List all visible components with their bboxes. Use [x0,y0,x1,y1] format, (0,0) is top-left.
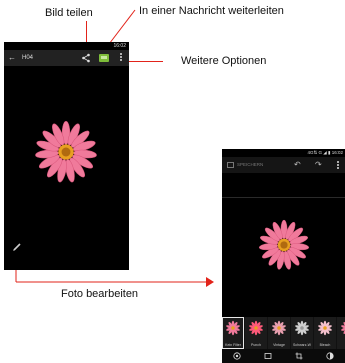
more-options-icon[interactable] [120,53,123,63]
callout-share: Bild teilen [45,7,93,19]
filter-thumb[interactable]: Kein Filter [222,317,244,349]
filter-thumb[interactable]: Schwarz-W [291,317,313,349]
image-title: H04 [22,55,34,61]
crop-icon[interactable] [295,352,303,360]
filter-thumb[interactable]: Bleach [314,317,336,349]
filter-label: Kein Filter [225,343,241,347]
viewer-toolbar: ← H04 [4,50,129,66]
save-icon [227,162,234,168]
filter-preview-image [249,320,263,336]
save-button[interactable]: SPEICHERN [237,157,263,173]
filter-preview-image [226,320,240,336]
undo-icon[interactable]: ↶ [294,157,301,173]
flower-photo [258,219,310,270]
filter-label: Bleach [319,343,331,347]
filter-label: Vintage [273,343,285,347]
status-bar: 16:02 [4,42,129,50]
filter-preview-image [318,320,332,336]
filter-label: Schwarz-W [293,343,311,347]
callout-more: Weitere Optionen [181,55,267,67]
viewer-screen: 16:02 ← H04 [4,42,129,270]
line-more [127,61,163,62]
filter-strip: Kein Filter Punch Vintage Schwarz-W Bleach In… [222,317,345,349]
editor-toolbar: SPEICHERN ↶ ↷ [222,157,345,173]
filter-label: Punch [251,343,261,347]
filter-preview-image [272,320,286,336]
filter-label: Inst [337,343,345,347]
filter-thumb[interactable]: Vintage [268,317,290,349]
flower-photo [35,121,97,183]
frame-icon[interactable] [264,352,272,360]
filter-preview-image [295,320,309,336]
more-options-icon[interactable] [337,161,340,170]
filter-preview-image [341,322,345,334]
redo-icon[interactable]: ↷ [315,157,322,173]
filter-thumb[interactable]: Punch [245,317,267,349]
filter-thumb[interactable]: Inst [337,317,345,349]
message-forward-icon[interactable] [99,54,109,62]
editor-tool-bar [222,349,345,363]
callout-edit: Foto bearbeiten [61,288,139,300]
editor-screen: 4G⇅ G ◢ ▮ 16:02 SPEICHERN ↶ ↷ Kein Filte… [222,149,345,363]
status-bar: 4G⇅ G ◢ ▮ 16:02 [307,150,343,155]
callout-forward: In einer Nachricht weiterleiten [139,5,284,17]
back-arrow-icon[interactable]: ← [8,50,16,66]
share-icon[interactable] [81,53,91,63]
adjust-icon[interactable] [326,352,334,360]
edit-photo-icon[interactable] [12,242,22,252]
filter-icon[interactable] [233,352,241,360]
status-time: 16:02 [113,43,126,49]
